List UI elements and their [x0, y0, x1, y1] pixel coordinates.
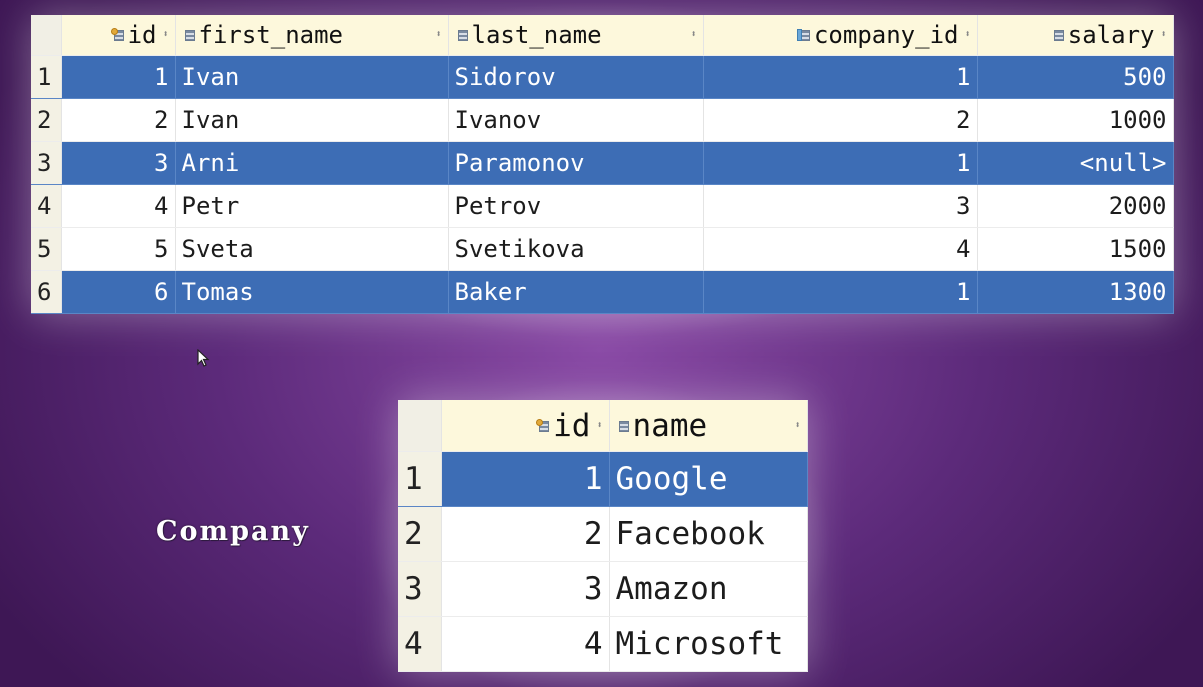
cell-name[interactable]: Microsoft: [609, 616, 808, 672]
cell-company-id[interactable]: 1: [703, 270, 978, 314]
cell-id[interactable]: 4: [61, 184, 176, 228]
cell-id[interactable]: 3: [61, 141, 176, 185]
row-number[interactable]: 6: [31, 270, 62, 314]
cell-last-name[interactable]: Petrov: [448, 184, 704, 228]
employee-table: id ⬍ first_name ⬍ last_name ⬍ company_id…: [31, 15, 1174, 314]
cell-name[interactable]: Facebook: [609, 506, 808, 562]
cell-salary[interactable]: 2000: [977, 184, 1174, 228]
employee-row[interactable]: 3 3 Arni Paramonov 1 <null>: [31, 141, 1174, 185]
column-header-label: first_name: [198, 21, 344, 49]
cell-first-name[interactable]: Arni: [175, 141, 449, 185]
company-row[interactable]: 1 1 Google: [398, 451, 808, 507]
foreign-key-column-icon: [796, 28, 811, 42]
cell-last-name[interactable]: Ivanov: [448, 98, 704, 142]
cell-id[interactable]: 2: [441, 506, 610, 562]
cell-company-id[interactable]: 1: [703, 141, 978, 185]
column-header-first-name[interactable]: first_name ⬍: [175, 15, 449, 56]
column-icon: [1051, 28, 1065, 42]
company-table: id ⬍ name ⬍ 1 1 Google 2 2 Facebook 3 3 Amazon 4 4…: [398, 400, 808, 672]
company-header-row: id ⬍ name ⬍: [398, 400, 808, 452]
employee-header-row: id ⬍ first_name ⬍ last_name ⬍ company_id…: [31, 15, 1174, 56]
cell-first-name[interactable]: Petr: [175, 184, 449, 228]
cell-company-id[interactable]: 3: [703, 184, 978, 228]
cell-id[interactable]: 5: [61, 227, 176, 271]
row-number[interactable]: 2: [398, 506, 442, 562]
cell-last-name[interactable]: Paramonov: [448, 141, 704, 185]
cell-salary[interactable]: <null>: [977, 141, 1174, 185]
header-corner[interactable]: [31, 15, 62, 56]
employee-row[interactable]: 4 4 Petr Petrov 3 2000: [31, 184, 1174, 228]
column-header-label: company_id: [813, 21, 959, 49]
employee-row[interactable]: 6 6 Tomas Baker 1 1300: [31, 270, 1174, 314]
cell-first-name[interactable]: Ivan: [175, 55, 449, 99]
row-number[interactable]: 1: [31, 55, 62, 99]
cell-last-name[interactable]: Baker: [448, 270, 704, 314]
cell-salary[interactable]: 1500: [977, 227, 1174, 271]
column-icon: [455, 28, 469, 42]
cell-first-name[interactable]: Sveta: [175, 227, 449, 271]
cell-id[interactable]: 1: [61, 55, 176, 99]
primary-key-column-icon: [110, 28, 125, 42]
row-number[interactable]: 4: [31, 184, 62, 228]
employee-row[interactable]: 5 5 Sveta Svetikova 4 1500: [31, 227, 1174, 271]
cell-company-id[interactable]: 4: [703, 227, 978, 271]
sort-icon[interactable]: ⬍: [162, 30, 168, 40]
cell-id[interactable]: 1: [441, 451, 610, 507]
sort-icon[interactable]: ⬍: [690, 30, 696, 40]
cell-last-name[interactable]: Svetikova: [448, 227, 704, 271]
cell-salary[interactable]: 500: [977, 55, 1174, 99]
cell-id[interactable]: 2: [61, 98, 176, 142]
column-header-id[interactable]: id ⬍: [61, 15, 176, 56]
sort-icon[interactable]: ⬍: [1160, 30, 1166, 40]
row-number[interactable]: 4: [398, 616, 442, 672]
header-corner[interactable]: [398, 400, 442, 452]
cell-id[interactable]: 4: [441, 616, 610, 672]
sort-icon[interactable]: ⬍: [596, 420, 602, 431]
cell-salary[interactable]: 1300: [977, 270, 1174, 314]
column-header-name[interactable]: name ⬍: [609, 400, 808, 452]
primary-key-column-icon: [536, 418, 550, 433]
company-row[interactable]: 4 4 Microsoft: [398, 616, 808, 672]
mouse-pointer-icon: [197, 349, 210, 367]
column-header-salary[interactable]: salary ⬍: [977, 15, 1174, 56]
column-header-id[interactable]: id ⬍: [441, 400, 610, 452]
column-header-label: id: [553, 407, 591, 444]
cell-id[interactable]: 6: [61, 270, 176, 314]
sort-icon[interactable]: ⬍: [435, 30, 441, 40]
cell-first-name[interactable]: Tomas: [175, 270, 449, 314]
column-icon: [616, 419, 630, 433]
cell-salary[interactable]: 1000: [977, 98, 1174, 142]
column-header-last-name[interactable]: last_name ⬍: [448, 15, 704, 56]
cell-last-name[interactable]: Sidorov: [448, 55, 704, 99]
employee-row[interactable]: 2 2 Ivan Ivanov 2 1000: [31, 98, 1174, 142]
row-number[interactable]: 1: [398, 451, 442, 507]
cell-name[interactable]: Google: [609, 451, 808, 507]
cell-name[interactable]: Amazon: [609, 561, 808, 617]
cell-company-id[interactable]: 1: [703, 55, 978, 99]
column-header-label: last_name: [471, 21, 602, 49]
row-number[interactable]: 2: [31, 98, 62, 142]
column-header-label: name: [632, 407, 708, 444]
sort-icon[interactable]: ⬍: [794, 420, 800, 431]
company-row[interactable]: 2 2 Facebook: [398, 506, 808, 562]
row-number[interactable]: 3: [398, 561, 442, 617]
company-row[interactable]: 3 3 Amazon: [398, 561, 808, 617]
column-header-label: id: [127, 21, 157, 49]
employee-row[interactable]: 1 1 Ivan Sidorov 1 500: [31, 55, 1174, 99]
company-caption: Company: [156, 516, 310, 547]
row-number[interactable]: 5: [31, 227, 62, 271]
cell-first-name[interactable]: Ivan: [175, 98, 449, 142]
column-header-company-id[interactable]: company_id ⬍: [703, 15, 978, 56]
column-icon: [182, 28, 196, 42]
row-number[interactable]: 3: [31, 141, 62, 185]
column-header-label: salary: [1067, 21, 1155, 49]
sort-icon[interactable]: ⬍: [964, 30, 970, 40]
cell-company-id[interactable]: 2: [703, 98, 978, 142]
cell-id[interactable]: 3: [441, 561, 610, 617]
